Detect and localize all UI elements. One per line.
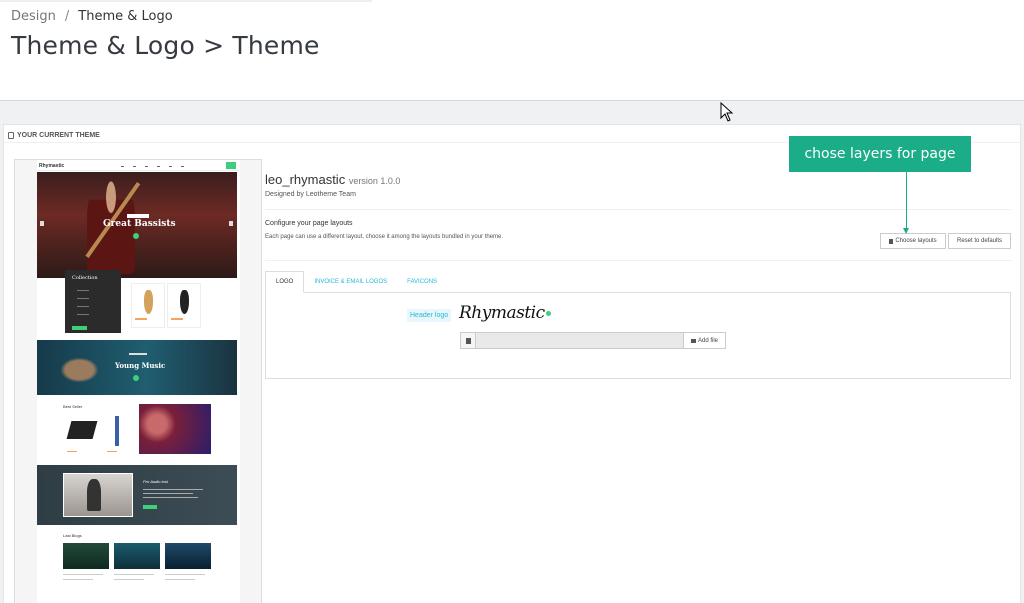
annotation-callout: chose layers for page [789, 136, 971, 172]
theme-name-label: leo_rhymastic [265, 172, 346, 187]
preview-brand: Rhymastic [39, 163, 65, 169]
preview-collection-title: Collection [72, 275, 98, 281]
preview-best-seller: Best Seller [37, 401, 237, 461]
preview-hero-title: Great Bassists [103, 219, 176, 229]
preview-blog-image [63, 543, 109, 569]
add-file-label: Add file [697, 337, 718, 344]
theme-author: Designed by Leotheme Team [265, 191, 356, 198]
logo-dot-icon [545, 311, 551, 316]
preview-text-line [63, 579, 93, 580]
breadcrumb-separator: / [64, 9, 70, 24]
preview-guitarist-figure [87, 479, 101, 511]
preview-text-line [143, 489, 203, 490]
preview-guitar-image [180, 290, 189, 314]
preview-navbar: Rhymastic ▬ ▬ ▬ ▬ ▬ ▬ [37, 161, 240, 171]
preview-concert-image [139, 404, 211, 454]
preview-mixer-image [66, 421, 98, 439]
preview-next-arrow-icon [229, 221, 233, 226]
file-icon [460, 332, 476, 349]
preview-feature-section: Pro Audio tool [37, 465, 237, 525]
preview-hero-dot [133, 233, 139, 239]
theme-name: leo_rhymastic version 1.0.0 [265, 172, 400, 187]
preview-price [67, 451, 77, 452]
choose-layouts-button[interactable]: Choose layouts [880, 233, 946, 249]
annotation-pointer-line [906, 172, 907, 232]
preview-price [135, 318, 147, 320]
preview-collection-line [77, 306, 89, 307]
add-file-button[interactable]: Add file [683, 332, 726, 349]
preview-feature-button [143, 505, 157, 509]
preview-hand-image [57, 348, 113, 392]
preview-collection-line [77, 298, 89, 299]
preview-text-line [63, 574, 103, 575]
divider [265, 209, 1011, 210]
top-divider [0, 0, 372, 2]
preview-guitar-image [115, 416, 119, 446]
preview-nav-button [226, 162, 236, 169]
preview-price [171, 318, 183, 320]
preview-page: Rhymastic ▬ ▬ ▬ ▬ ▬ ▬ Great Bassists Collecti… [37, 160, 240, 603]
panel-heading-label: YOUR CURRENT THEME [17, 132, 100, 139]
page-title: Theme & Logo > Theme [11, 31, 320, 60]
preview-product-card [167, 283, 201, 328]
preview-text-line [165, 579, 195, 580]
preview-nav-links: ▬ ▬ ▬ ▬ ▬ ▬ [121, 164, 184, 168]
tab-invoice-email-logos[interactable]: INVOICE & EMAIL LOGOS [304, 271, 397, 293]
preview-collection-button [72, 326, 87, 330]
preview-collection-line [77, 290, 89, 291]
reset-to-defaults-label: Reset to defaults [956, 238, 1003, 244]
preview-music-banner: Young Music [37, 340, 237, 395]
preview-band-dot [133, 375, 139, 381]
annotation-arrow-icon [903, 228, 909, 234]
logo-tabs: LOGO INVOICE & EMAIL LOGOS FAVICONS [265, 271, 1011, 293]
breadcrumb-design-link[interactable]: Design [11, 9, 56, 24]
mouse-cursor-icon [720, 102, 734, 122]
breadcrumb: Design / Theme & Logo [11, 9, 173, 24]
preview-text-line [165, 574, 205, 575]
preview-blog-section: Last Blogs [37, 530, 237, 603]
preview-blog-image [165, 543, 211, 569]
layouts-title: Configure your page layouts [265, 220, 353, 227]
breadcrumb-current: Theme & Logo [78, 9, 173, 24]
preview-band-subtitle [129, 353, 147, 355]
theme-icon [8, 132, 14, 139]
preview-price [107, 451, 117, 452]
preview-prev-arrow-icon [40, 221, 44, 226]
file-icon [889, 238, 894, 244]
preview-feature-title: Pro Audio tool [143, 479, 168, 484]
current-theme-panel: YOUR CURRENT THEME Rhymastic ▬ ▬ ▬ ▬ ▬ ▬ Grea… [3, 124, 1021, 603]
theme-version: version 1.0.0 [348, 176, 401, 186]
theme-preview-image: Rhymastic ▬ ▬ ▬ ▬ ▬ ▬ Great Bassists Collecti… [14, 159, 262, 603]
preview-product-card [131, 283, 165, 328]
tab-favicons[interactable]: FAVICONS [397, 271, 447, 293]
preview-text-line [143, 493, 193, 494]
header-logo-image: Rhymastic [459, 303, 551, 323]
logo-file-upload: Add file [460, 332, 726, 349]
preview-band-title: Young Music [115, 361, 166, 370]
folder-open-icon [690, 338, 696, 343]
preview-blog-image [114, 543, 160, 569]
reset-to-defaults-button[interactable]: Reset to defaults [948, 233, 1011, 249]
screen: Design / Theme & Logo Theme & Logo > Theme… [0, 0, 1024, 603]
preview-collection-line [77, 314, 89, 315]
preview-hero-banner: Great Bassists [37, 172, 237, 278]
preview-text-line [114, 574, 154, 575]
preview-hero-tag [127, 214, 149, 218]
logo-file-input[interactable] [476, 332, 683, 349]
header-logo-label: Header logo [407, 309, 452, 322]
preview-text-line [114, 579, 144, 580]
preview-collection-box: Collection [65, 270, 121, 333]
layouts-description: Each page can use a different layout, ch… [265, 234, 504, 240]
preview-best-seller-title: Best Seller [63, 404, 83, 409]
divider [265, 260, 1011, 261]
header-logo-text: Rhymastic [459, 303, 545, 323]
preview-guitar-image [144, 290, 153, 314]
preview-text-line [143, 497, 198, 498]
tab-logo[interactable]: LOGO [265, 271, 305, 293]
choose-layouts-label: Choose layouts [895, 238, 937, 244]
preview-blog-title: Last Blogs [63, 533, 82, 538]
